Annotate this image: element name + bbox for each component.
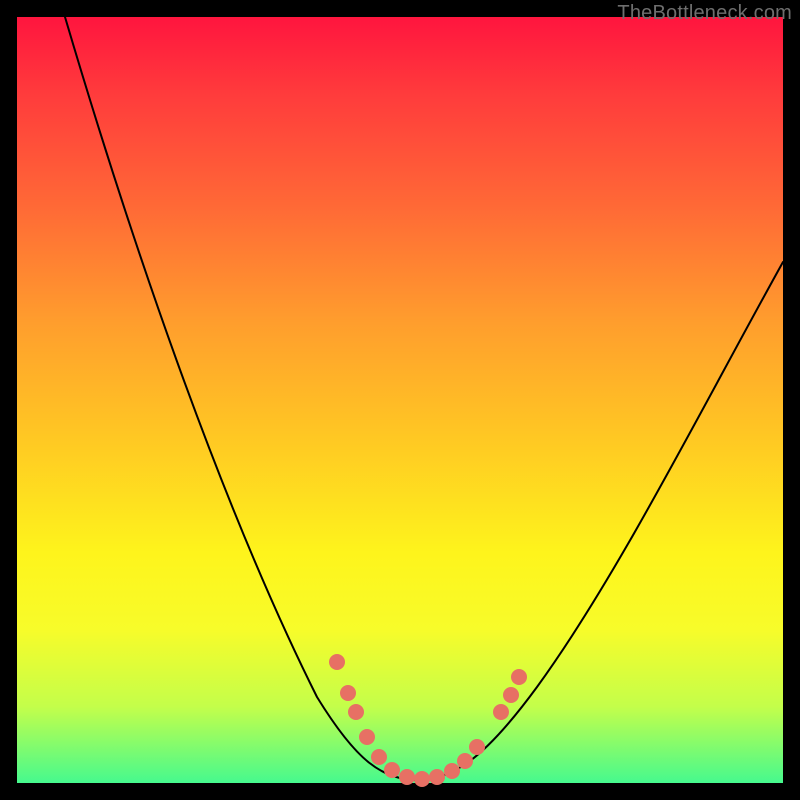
curve-point [384, 762, 400, 778]
curve-point [414, 771, 430, 787]
bottleneck-curve-svg [17, 17, 783, 783]
curve-point [340, 685, 356, 701]
curve-point [503, 687, 519, 703]
curve-point [359, 729, 375, 745]
curve-point [371, 749, 387, 765]
curve-point [429, 769, 445, 785]
curve-point [329, 654, 345, 670]
bottleneck-curve [65, 17, 783, 780]
curve-point [348, 704, 364, 720]
curve-point [444, 763, 460, 779]
curve-point [493, 704, 509, 720]
watermark-text: TheBottleneck.com [617, 2, 792, 25]
curve-point [511, 669, 527, 685]
curve-point [457, 753, 473, 769]
curve-point [399, 769, 415, 785]
chart-frame [17, 17, 783, 783]
curve-point [469, 739, 485, 755]
